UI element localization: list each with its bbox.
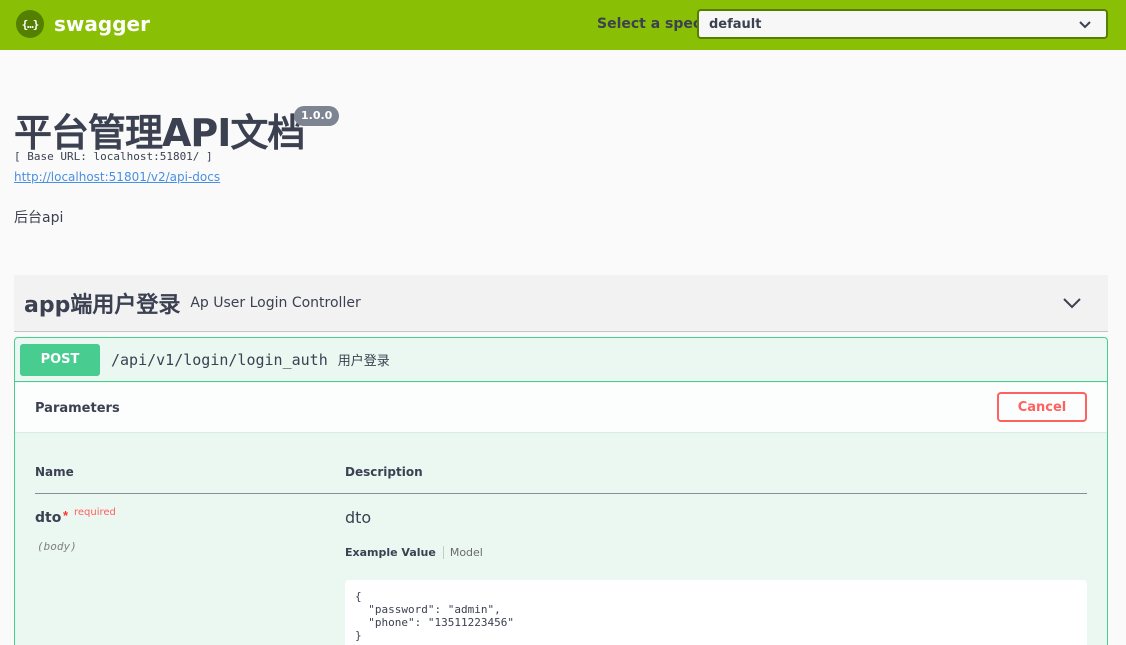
example-value-editor[interactable]: { "password": "admin", "phone": "1351122… — [345, 580, 1087, 645]
column-header-name: Name — [35, 465, 74, 479]
tab-example-value[interactable]: Example Value — [345, 546, 444, 559]
tag-name: app端用户登录 — [24, 293, 181, 318]
cancel-button[interactable]: Cancel — [997, 392, 1087, 422]
param-location: (body) — [37, 540, 77, 553]
topbar: {…} swagger Select a spec default — [0, 0, 1126, 50]
api-title: 平台管理API文档 — [14, 111, 305, 155]
required-star: * — [63, 508, 69, 523]
parameters-title: Parameters — [35, 401, 120, 416]
spec-select[interactable]: default — [697, 9, 1108, 39]
example-tabs: Example Value Model — [345, 546, 483, 559]
param-description: dto — [345, 508, 372, 527]
tag-section-header[interactable]: app端用户登录 Ap User Login Controller — [14, 275, 1108, 332]
tab-model[interactable]: Model — [444, 546, 483, 559]
operation-summary[interactable]: POST /api/v1/login/login_auth 用户登录 — [15, 338, 1107, 382]
base-url: [ Base URL: localhost:51801/ ] — [14, 150, 213, 163]
operation-block: POST /api/v1/login/login_auth 用户登录 Param… — [14, 337, 1108, 645]
chevron-down-icon — [1079, 21, 1091, 29]
tag-description: Ap User Login Controller — [190, 295, 361, 311]
param-name: dto — [35, 510, 62, 526]
version-badge: 1.0.0 — [294, 106, 340, 126]
operation-summary-text: 用户登录 — [337, 354, 390, 369]
spec-label: Select a spec — [597, 16, 702, 32]
spec-select-value: default — [709, 16, 762, 32]
required-label: required — [74, 507, 116, 518]
api-docs-link[interactable]: http://localhost:51801/v2/api-docs — [14, 170, 220, 184]
swagger-logo-icon: {…} — [16, 10, 44, 38]
parameters-header: Parameters Cancel — [15, 383, 1107, 433]
swagger-logo[interactable]: {…} swagger — [16, 10, 150, 38]
operation-path: /api/v1/login/login_auth — [111, 350, 328, 369]
brand-name: swagger — [54, 12, 150, 36]
table-divider — [35, 493, 1087, 494]
chevron-down-icon[interactable] — [1062, 295, 1082, 311]
column-header-description: Description — [345, 465, 423, 479]
api-description: 后台api — [14, 210, 64, 226]
method-badge: POST — [20, 343, 100, 376]
